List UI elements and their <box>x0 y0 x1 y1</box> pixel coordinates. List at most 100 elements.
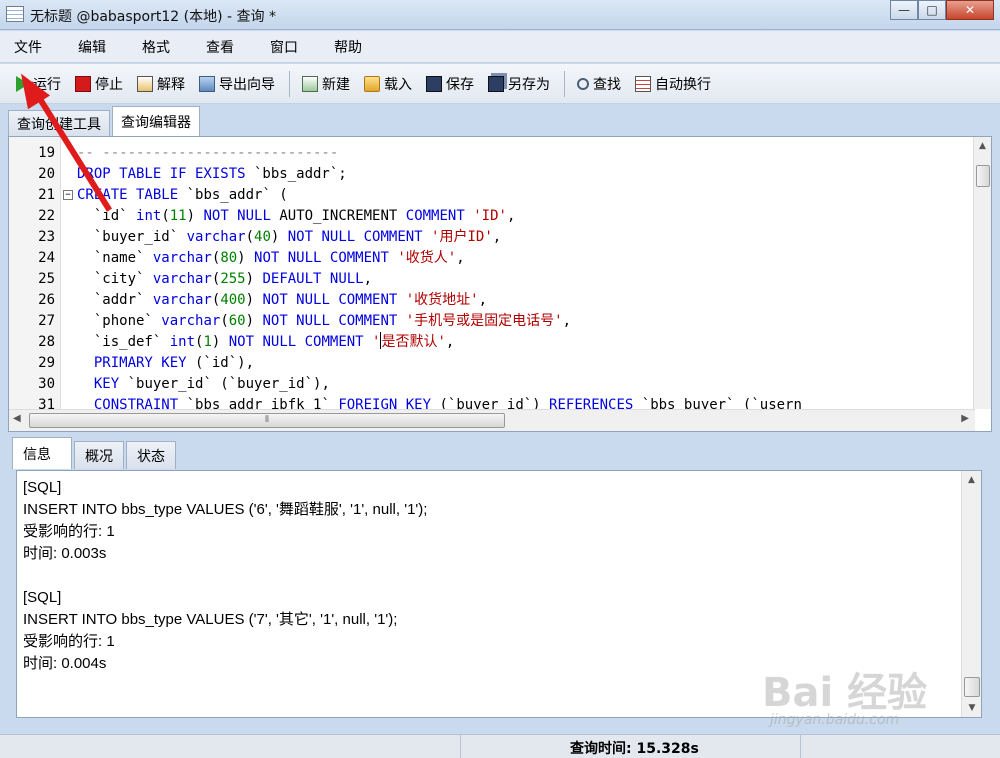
code-token: '用户ID' <box>422 229 493 245</box>
menu-format[interactable]: 格式 <box>142 37 194 57</box>
menu-view[interactable]: 查看 <box>206 37 258 57</box>
explain-icon <box>137 75 153 92</box>
scroll-right-icon[interactable]: ▶ <box>961 413 969 424</box>
menu-help[interactable]: 帮助 <box>334 37 386 57</box>
stop-label: 停止 <box>95 76 123 93</box>
code-token: `bbs_addr`; <box>245 166 347 182</box>
code-token: NOT NULL COMMENT <box>228 334 364 350</box>
code-token: 255 <box>220 271 246 287</box>
window-title: 无标题 @babasport12 (本地) - 查询 * <box>30 9 276 25</box>
scroll-left-icon[interactable]: ◀ <box>13 413 21 424</box>
code-line[interactable]: 19 -- ---------------------------- <box>9 143 969 164</box>
menu-file[interactable]: 文件 <box>14 37 66 57</box>
code-text: DROP TABLE IF EXISTS `bbs_addr`; <box>77 164 347 185</box>
code-token: ) <box>245 292 263 308</box>
close-button[interactable]: ✕ <box>946 0 994 20</box>
query-time: 查询时间: 15.328s <box>570 741 699 757</box>
code-text: -- ---------------------------- <box>77 143 338 164</box>
scroll-down-icon[interactable]: ▼ <box>962 699 982 717</box>
find-button[interactable]: 查找 <box>573 71 625 97</box>
code-token: 是否默认' <box>381 334 446 350</box>
scroll-up-icon[interactable]: ▲ <box>974 137 991 155</box>
code-token: , <box>506 208 516 224</box>
save-label: 保存 <box>446 76 474 93</box>
line-number: 21 <box>38 187 55 203</box>
new-label: 新建 <box>322 76 350 93</box>
editor-vertical-scrollbar[interactable]: ▲ <box>973 137 991 409</box>
line-number: 30 <box>38 376 55 392</box>
code-token: `buyer_id` (`buyer_id`), <box>119 376 330 392</box>
stop-button[interactable]: 停止 <box>71 71 127 97</box>
editor-horizontal-scrollbar[interactable]: ◀ ⦀ ▶ <box>9 409 975 431</box>
scroll-thumb[interactable] <box>964 677 980 697</box>
code-token: ( <box>245 229 255 245</box>
code-token: `city` <box>77 271 153 287</box>
output-vertical-scrollbar[interactable]: ▲ ▼ <box>961 471 981 717</box>
folder-icon <box>364 75 380 92</box>
code-line[interactable]: 24 `name` varchar(80) NOT NULL COMMENT '… <box>9 248 969 269</box>
fold-toggle-icon[interactable]: − <box>63 190 73 200</box>
maximize-button[interactable]: □ <box>918 0 946 20</box>
code-text: KEY `buyer_id` (`buyer_id`), <box>77 374 330 395</box>
scroll-thumb[interactable]: ⦀ <box>29 413 505 428</box>
tab-query-editor[interactable]: 查询编辑器 <box>112 106 200 136</box>
export-wizard-button[interactable]: 导出向导 <box>195 71 279 97</box>
sql-editor[interactable]: 19 -- ---------------------------- 20 DROP … <box>8 136 992 432</box>
code-line[interactable]: 20 DROP TABLE IF EXISTS `bbs_addr`; <box>9 164 969 185</box>
code-token: NOT NULL COMMENT <box>262 292 398 308</box>
menu-edit[interactable]: 编辑 <box>78 37 130 57</box>
code-token: 11 <box>169 208 187 224</box>
code-token: NOT NULL COMMENT <box>262 313 398 329</box>
code-token: 400 <box>220 292 246 308</box>
code-token: NOT NULL <box>203 208 271 224</box>
save-as-button[interactable]: 另存为 <box>484 71 554 97</box>
code-line[interactable]: 23 `buyer_id` varchar(40) NOT NULL COMME… <box>9 227 969 248</box>
code-token: , <box>492 229 502 245</box>
code-text: PRIMARY KEY (`id`), <box>77 353 254 374</box>
code-token: AUTO_INCREMENT <box>270 208 406 224</box>
minimize-button[interactable]: — <box>890 0 918 20</box>
code-line[interactable]: 30 KEY `buyer_id` (`buyer_id`), <box>9 374 969 395</box>
word-wrap-button[interactable]: 自动换行 <box>631 71 715 97</box>
save-button[interactable]: 保存 <box>422 71 478 97</box>
editor-tabs: 查询创建工具 查询编辑器 <box>8 105 202 136</box>
explain-button[interactable]: 解释 <box>133 71 189 97</box>
code-token: (`id`), <box>186 355 255 371</box>
code-line[interactable]: 22 `id` int(11) NOT NULL AUTO_INCREMENT … <box>9 206 969 227</box>
scroll-thumb[interactable] <box>976 165 990 187</box>
output-line: 受影响的行: 1 <box>23 633 115 650</box>
window-controls: — □ ✕ <box>890 0 994 20</box>
search-icon <box>577 77 589 90</box>
code-text: `addr` varchar(400) NOT NULL COMMENT '收货… <box>77 290 487 311</box>
code-token: `buyer_id` <box>77 229 187 245</box>
line-number: 26 <box>38 292 55 308</box>
code-line[interactable]: 26 `addr` varchar(400) NOT NULL COMMENT … <box>9 290 969 311</box>
code-line[interactable]: 21− CREATE TABLE `bbs_addr` ( <box>9 185 969 206</box>
code-line[interactable]: 29 PRIMARY KEY (`id`), <box>9 353 969 374</box>
baidu-watermark: Bai 经验 <box>762 670 928 716</box>
word-wrap-icon <box>635 75 651 92</box>
code-line[interactable]: 25 `city` varchar(255) DEFAULT NULL, <box>9 269 969 290</box>
scroll-up-icon[interactable]: ▲ <box>962 471 981 489</box>
new-button[interactable]: 新建 <box>298 71 354 97</box>
code-token: ) <box>211 334 229 350</box>
code-text: `city` varchar(255) DEFAULT NULL, <box>77 269 372 290</box>
code-line[interactable]: 27 `phone` varchar(60) NOT NULL COMMENT … <box>9 311 969 332</box>
code-line[interactable]: 28 `is_def` int(1) NOT NULL COMMENT '是否默… <box>9 332 969 353</box>
tab-message[interactable]: 信息 <box>12 437 72 469</box>
code-token: DROP TABLE IF EXISTS <box>77 166 246 182</box>
load-button[interactable]: 载入 <box>360 71 416 97</box>
new-query-icon <box>302 75 318 92</box>
floppy-icon <box>426 75 442 92</box>
toolbar: 运行 停止 解释 导出向导 新建 载入 保存 另存为 查找 自动换行 <box>0 64 1000 104</box>
code-token: 40 <box>254 229 271 245</box>
tab-profile[interactable]: 概况 <box>74 441 124 469</box>
code-token: ) <box>245 313 263 329</box>
menu-window[interactable]: 窗口 <box>270 37 322 57</box>
tab-status[interactable]: 状态 <box>126 441 176 469</box>
line-number: 29 <box>38 355 55 371</box>
output-line: [SQL] <box>23 479 62 496</box>
code-token: DEFAULT NULL <box>262 271 364 287</box>
code-text: `is_def` int(1) NOT NULL COMMENT '是否默认', <box>77 332 454 353</box>
line-number: 20 <box>38 166 55 182</box>
